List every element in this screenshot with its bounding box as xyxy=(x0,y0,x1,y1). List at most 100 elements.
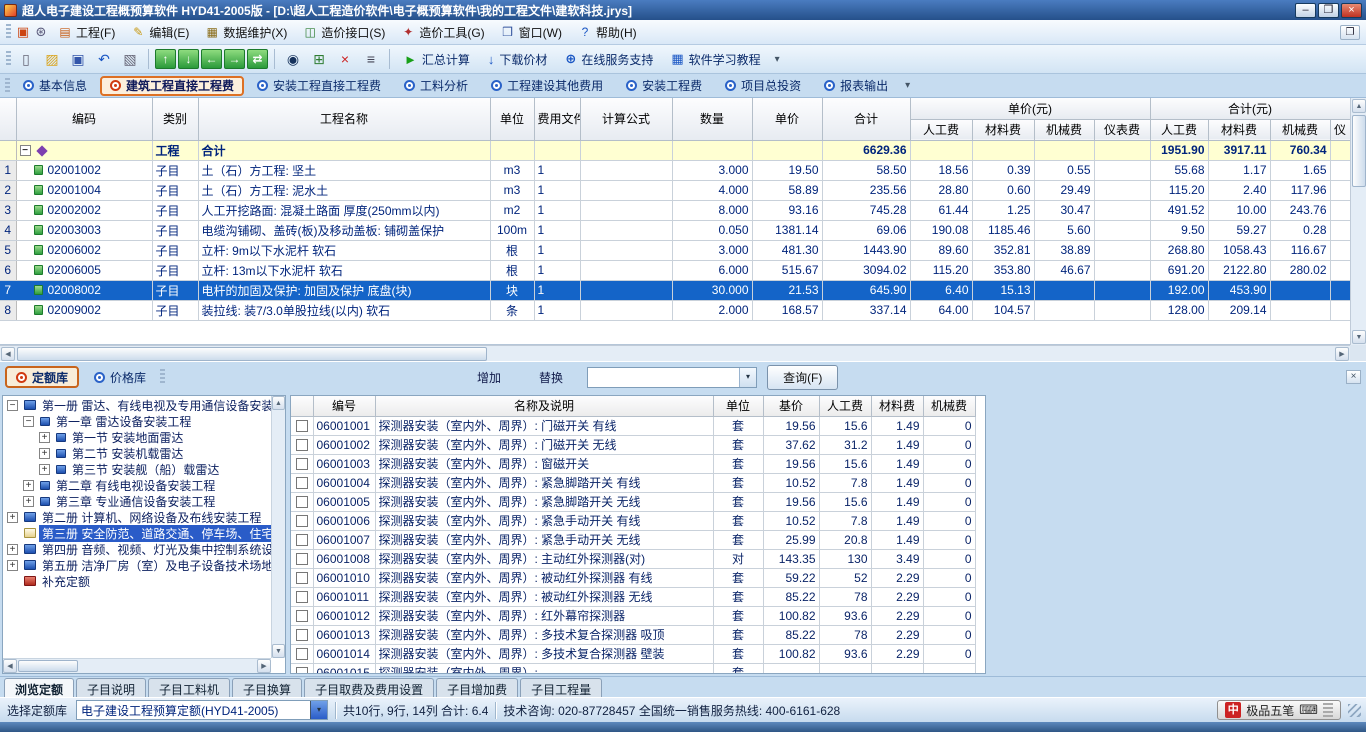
cell-labor[interactable]: 15.6 xyxy=(819,454,871,473)
cell[interactable]: 116.67 xyxy=(1270,240,1330,260)
cell-code[interactable]: 02006005 xyxy=(16,260,152,280)
cell-type[interactable]: 子目 xyxy=(152,300,198,320)
bottom-tab[interactable]: 子目工料机 xyxy=(148,678,230,697)
cell[interactable] xyxy=(1094,200,1150,220)
cell-machine[interactable]: 0 xyxy=(923,644,975,663)
cell-name[interactable]: 土（石）方工程: 坚土 xyxy=(198,160,490,180)
cell[interactable] xyxy=(1094,220,1150,240)
tree-expander[interactable]: − xyxy=(23,416,34,427)
checkbox[interactable] xyxy=(296,572,308,584)
cell-price[interactable]: 93.16 xyxy=(752,200,822,220)
panel-tab[interactable]: 价格库 xyxy=(83,366,157,388)
cell-unit[interactable]: 套 xyxy=(713,606,763,625)
tree-expander[interactable]: + xyxy=(23,496,34,507)
cell-labor[interactable]: 15.6 xyxy=(819,492,871,511)
cell-material[interactable]: 1.49 xyxy=(871,511,923,530)
cell-unit[interactable]: 套 xyxy=(713,568,763,587)
ime-language-icon[interactable]: 中 xyxy=(1225,702,1241,718)
cell-total[interactable]: 69.06 xyxy=(822,220,910,240)
cell-material[interactable]: 2.29 xyxy=(871,568,923,587)
cell-name[interactable]: 立杆: 13m以下水泥杆 软石 xyxy=(198,260,490,280)
horizontal-scrollbar[interactable]: ◀ ▶ xyxy=(0,345,1350,361)
cell-name[interactable]: 电杆的加固及保护: 加固及保护 底盘(块) xyxy=(198,280,490,300)
cell-labor[interactable]: 78 xyxy=(819,625,871,644)
cell-code[interactable]: 06001015 xyxy=(313,663,375,674)
cell-type[interactable]: 子目 xyxy=(152,180,198,200)
cell[interactable] xyxy=(534,140,580,160)
add-button[interactable]: 增加 xyxy=(463,365,515,390)
cell-unit[interactable]: 套 xyxy=(713,416,763,435)
cell-labor[interactable]: 20.8 xyxy=(819,530,871,549)
cell[interactable]: 280.02 xyxy=(1270,260,1330,280)
checkbox[interactable] xyxy=(296,610,308,622)
cell[interactable]: 38.89 xyxy=(1034,240,1094,260)
cell-material[interactable]: 1.49 xyxy=(871,492,923,511)
cell-unit[interactable]: 套 xyxy=(713,530,763,549)
cell-labor-total[interactable]: 1951.90 xyxy=(1150,140,1208,160)
cell[interactable]: 1.65 xyxy=(1270,160,1330,180)
cell-feefile[interactable]: 1 xyxy=(534,180,580,200)
cell-material[interactable]: 1.49 xyxy=(871,435,923,454)
tree-expander[interactable]: − xyxy=(7,400,18,411)
main-tab[interactable]: 基本信息 xyxy=(13,76,97,96)
cell-base-price[interactable]: 100.82 xyxy=(763,606,819,625)
cell-unit[interactable]: 套 xyxy=(713,454,763,473)
cell[interactable]: 1058.43 xyxy=(1208,240,1270,260)
bottom-tab[interactable]: 子目说明 xyxy=(76,678,146,697)
cell-code[interactable]: 06001005 xyxy=(313,492,375,511)
cell[interactable]: 0.39 xyxy=(972,160,1034,180)
quota-row[interactable]: 06001003探测器安装（室内外、周界）: 窗磁开关套19.5615.61.4… xyxy=(291,454,975,473)
cell[interactable]: 6.40 xyxy=(910,280,972,300)
cell[interactable]: 46.67 xyxy=(1034,260,1094,280)
cell[interactable]: 0.60 xyxy=(972,180,1034,200)
cell[interactable] xyxy=(1330,280,1350,300)
cell-material[interactable]: 1.49 xyxy=(871,454,923,473)
cell-base-price[interactable]: 85.22 xyxy=(763,587,819,606)
cell-formula[interactable] xyxy=(580,240,672,260)
cell-machine[interactable]: 0 xyxy=(923,587,975,606)
cell-feefile[interactable]: 1 xyxy=(534,300,580,320)
cell-name[interactable]: 合计 xyxy=(198,140,490,160)
quota-row[interactable]: 06001012探测器安装（室内外、周界）: 红外幕帘探测器套100.8293.… xyxy=(291,606,975,625)
cell[interactable] xyxy=(1330,160,1350,180)
cell-base-price[interactable]: 10.52 xyxy=(763,473,819,492)
cell-formula[interactable] xyxy=(580,280,672,300)
cell[interactable]: 1.25 xyxy=(972,200,1034,220)
tree-vertical-scrollbar[interactable]: ▲ ▼ xyxy=(271,396,285,658)
chevron-down-icon[interactable]: ▾ xyxy=(901,80,914,91)
scroll-up-button[interactable]: ▲ xyxy=(272,396,285,410)
quota-row[interactable]: 06001002探测器安装（室内外、周界）: 门磁开关 无线套37.6231.2… xyxy=(291,435,975,454)
quota-row[interactable]: 06001011探测器安装（室内外、周界）: 被动红外探测器 无线套85.227… xyxy=(291,587,975,606)
keyboard-icon[interactable]: ⌨ xyxy=(1299,702,1318,718)
cell-unit[interactable]: m2 xyxy=(490,200,534,220)
cell-machine[interactable]: 0 xyxy=(923,606,975,625)
main-tab[interactable]: 工程建设其他费用 xyxy=(481,76,613,96)
cell-code[interactable]: 02001004 xyxy=(16,180,152,200)
cell-unit[interactable]: 根 xyxy=(490,240,534,260)
cell-code[interactable]: 06001014 xyxy=(313,644,375,663)
ime-toolbar[interactable]: 中 极品五笔 ⌨ xyxy=(1217,700,1341,720)
cell-qty[interactable]: 8.000 xyxy=(672,200,752,220)
tree-expander[interactable]: + xyxy=(39,464,50,475)
quota-row[interactable]: 06001004探测器安装（室内外、周界）: 紧急脚踏开关 有线套10.527.… xyxy=(291,473,975,492)
cell[interactable] xyxy=(1330,220,1350,240)
combobox-arrow-icon[interactable]: ▾ xyxy=(739,368,756,387)
cell[interactable] xyxy=(1094,180,1150,200)
checkbox[interactable] xyxy=(296,667,308,674)
tree-item[interactable]: −第一册 雷达、有线电视及专用通信设备安装 xyxy=(3,397,271,413)
estimate-row[interactable]: 702008002子目电杆的加固及保护: 加固及保护 底盘(块)块130.000… xyxy=(0,280,1350,300)
tree-expander[interactable]: + xyxy=(7,560,18,571)
cell[interactable]: 117.96 xyxy=(1270,180,1330,200)
tree-item[interactable]: +第二章 有线电视设备安装工程 xyxy=(3,477,271,493)
toolbar-text-button[interactable]: ↓下载价材 xyxy=(480,48,556,71)
quota-row[interactable]: 06001006探测器安装（室内外、周界）: 紧急手动开关 有线套10.527.… xyxy=(291,511,975,530)
cell-total[interactable]: 3094.02 xyxy=(822,260,910,280)
paste-button[interactable]: ▧ xyxy=(118,48,142,71)
cell-price[interactable]: 1381.14 xyxy=(752,220,822,240)
cell-qty[interactable]: 3.000 xyxy=(672,160,752,180)
move-up-button[interactable]: ↑ xyxy=(155,49,176,69)
tree-item[interactable]: +第四册 音频、视频、灯光及集中控制系统设 xyxy=(3,541,271,557)
gear-icon[interactable]: ⊛ xyxy=(32,24,50,40)
menu-item[interactable]: ▤工程(F) xyxy=(50,21,123,44)
cell-name[interactable]: 探测器安装（室内外、周界）: 门磁开关 有线 xyxy=(375,416,713,435)
